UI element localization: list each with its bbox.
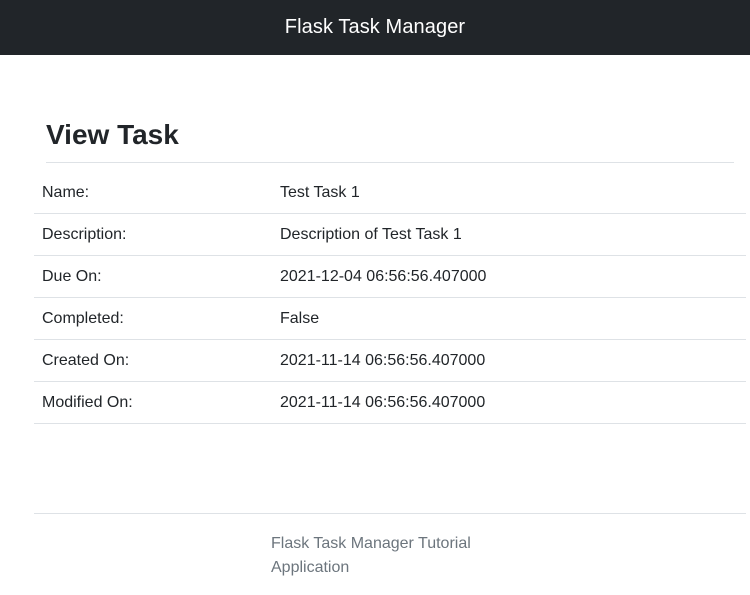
task-row-modified-on: Modified On: 2021-11-14 06:56:56.407000 — [34, 381, 746, 424]
task-row-created-on: Created On: 2021-11-14 06:56:56.407000 — [34, 339, 746, 382]
task-name-label: Name: — [34, 172, 272, 214]
task-row-completed: Completed: False — [34, 297, 746, 340]
task-description-label: Description: — [34, 213, 272, 256]
task-description-value: Description of Test Task 1 — [272, 213, 746, 256]
task-name-value: Test Task 1 — [272, 172, 746, 214]
page-title: View Task — [46, 116, 734, 163]
task-row-name: Name: Test Task 1 — [34, 172, 746, 214]
footer-text: Flask Task Manager Tutorial Application — [271, 535, 471, 576]
task-row-due-on: Due On: 2021-12-04 06:56:56.407000 — [34, 255, 746, 298]
footer-divider — [34, 513, 746, 514]
task-row-description: Description: Description of Test Task 1 — [34, 213, 746, 256]
navbar-brand-link[interactable]: Flask Task Manager — [285, 16, 465, 39]
task-created-on-label: Created On: — [34, 339, 272, 382]
navbar: Flask Task Manager — [0, 0, 750, 55]
task-modified-on-value: 2021-11-14 06:56:56.407000 — [272, 381, 746, 424]
task-completed-value: False — [272, 297, 746, 340]
task-due-on-label: Due On: — [34, 255, 272, 298]
task-created-on-value: 2021-11-14 06:56:56.407000 — [272, 339, 746, 382]
task-modified-on-label: Modified On: — [34, 381, 272, 424]
task-completed-label: Completed: — [34, 297, 272, 340]
task-details-table: Name: Test Task 1 Description: Descripti… — [34, 172, 746, 424]
task-due-on-value: 2021-12-04 06:56:56.407000 — [272, 255, 746, 298]
